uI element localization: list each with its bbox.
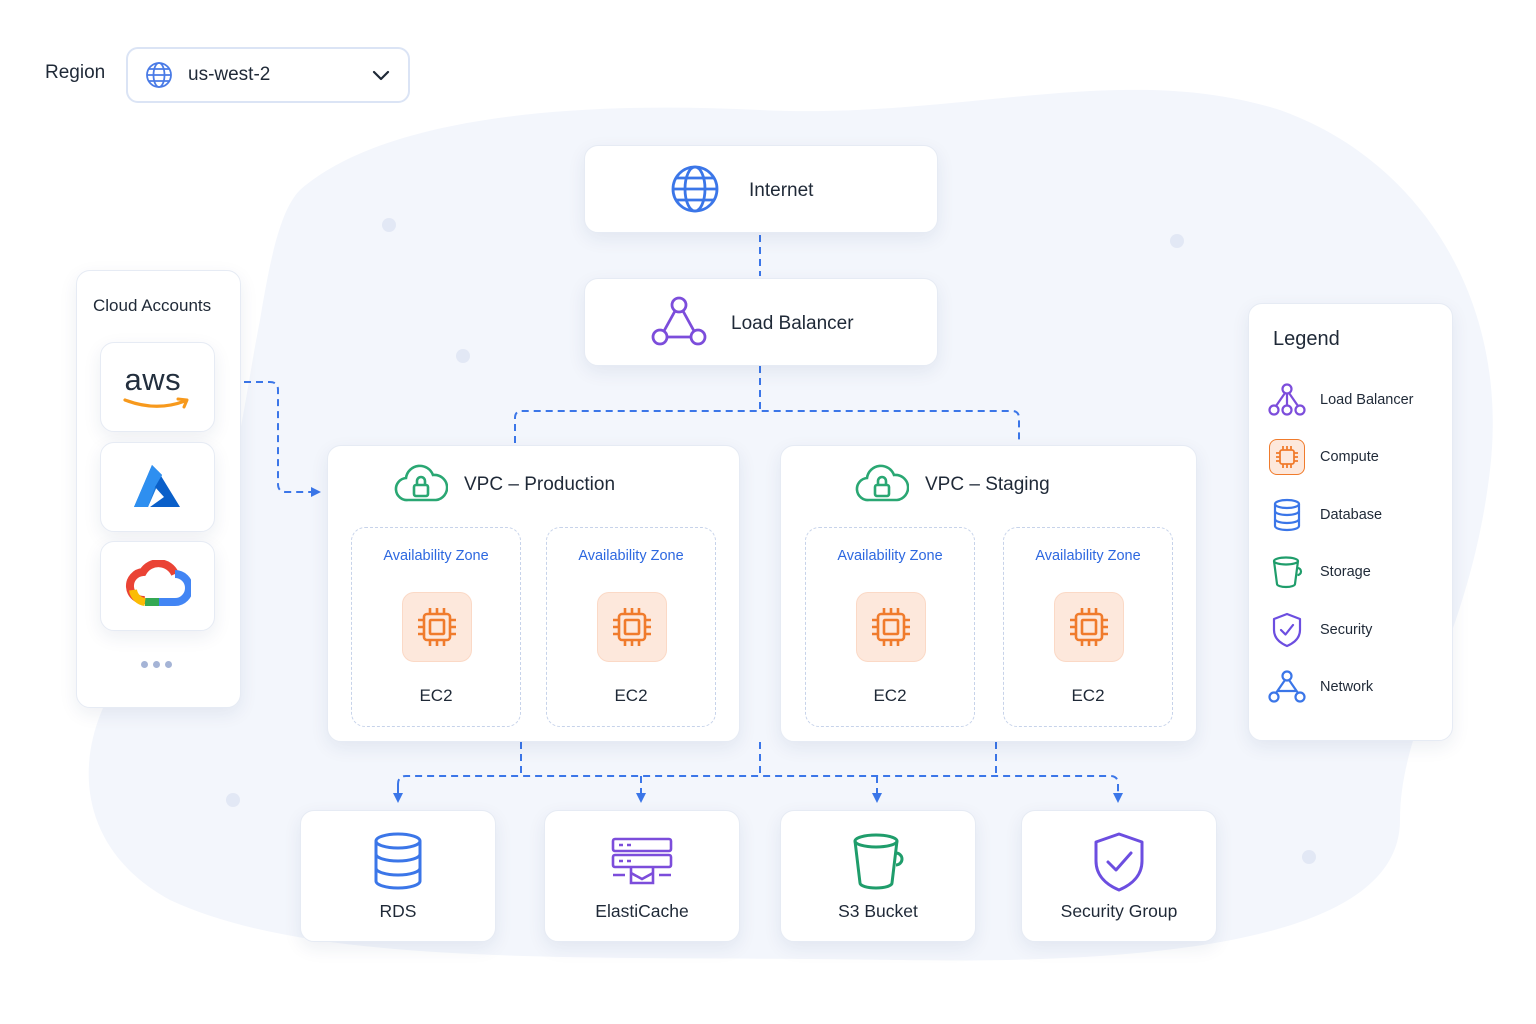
service-label: Security Group <box>1060 901 1178 921</box>
service-label: RDS <box>379 901 417 921</box>
decorative-dot <box>1170 234 1184 248</box>
shield-icon <box>1272 612 1302 648</box>
connector-services-bus <box>397 775 1119 798</box>
bucket-icon <box>1272 556 1303 589</box>
availability-zone: Availability Zone EC2 <box>351 527 521 727</box>
legend-item-database: Database <box>1268 496 1382 534</box>
ec2-instance[interactable] <box>402 592 472 662</box>
connector-vpc-bus <box>514 410 1020 443</box>
ec2-label: EC2 <box>1071 686 1105 705</box>
globe-icon <box>146 62 172 88</box>
ec2-instance[interactable] <box>597 592 667 662</box>
cache-icon <box>611 837 673 885</box>
legend-item-security: Security <box>1268 611 1372 649</box>
vpc-staging: VPC – Staging Availability Zone EC2 Avai… <box>780 445 1197 742</box>
chip-icon <box>1276 446 1298 468</box>
legend-item-compute: Compute <box>1268 438 1379 476</box>
decorative-dot <box>456 349 470 363</box>
network-icon <box>1268 670 1306 703</box>
chip-icon <box>1070 608 1108 646</box>
legend-label: Compute <box>1320 449 1379 465</box>
legend-item-load-balancer: Load Balancer <box>1268 381 1414 419</box>
account-azure[interactable] <box>100 442 215 532</box>
database-icon <box>1273 498 1301 532</box>
aws-logo: aws <box>122 362 193 412</box>
service-s3-bucket[interactable]: S3 Bucket <box>780 810 976 942</box>
availability-zone: Availability Zone EC2 <box>546 527 716 727</box>
load-balancer-label: Load Balancer <box>731 313 854 334</box>
more-accounts-indicator[interactable] <box>141 661 172 668</box>
ec2-instance[interactable] <box>1054 592 1124 662</box>
ec2-label: EC2 <box>614 686 648 705</box>
load-balancer-icon <box>651 296 707 346</box>
legend-label: Database <box>1320 507 1383 523</box>
legend-label: Network <box>1320 679 1374 695</box>
google-cloud-logo <box>125 560 191 606</box>
legend-label: Security <box>1320 622 1373 638</box>
decorative-dot <box>226 793 240 807</box>
service-rds[interactable]: RDS <box>300 810 496 942</box>
cloud-accounts-title: Cloud Accounts <box>93 296 212 315</box>
service-security-group[interactable]: Security Group <box>1021 810 1217 942</box>
internet-node[interactable]: Internet <box>584 145 938 233</box>
load-balancer-node[interactable]: Load Balancer <box>584 278 938 366</box>
globe-icon <box>671 165 719 213</box>
ec2-instance[interactable] <box>856 592 926 662</box>
vpc-production-title: VPC – Production <box>464 474 616 495</box>
service-elasticache[interactable]: ElastiCache <box>544 810 740 942</box>
chip-icon <box>613 608 651 646</box>
account-aws[interactable]: aws <box>100 342 215 432</box>
vpc-cloud-lock-icon <box>394 464 448 502</box>
availability-zone-label: Availability Zone <box>837 548 943 564</box>
region-value: us-west-2 <box>188 64 271 85</box>
ec2-label: EC2 <box>419 686 453 705</box>
vpc-cloud-lock-icon <box>855 464 909 502</box>
internet-label: Internet <box>749 180 814 201</box>
vpc-production: VPC – Production Availability Zone EC2 A… <box>327 445 740 742</box>
availability-zone: Availability Zone EC2 <box>1003 527 1173 727</box>
service-label: S3 Bucket <box>838 901 918 921</box>
chip-icon <box>872 608 910 646</box>
shield-icon <box>1094 832 1144 892</box>
vpc-staging-title: VPC – Staging <box>925 474 1050 495</box>
availability-zone-label: Availability Zone <box>383 548 489 564</box>
legend-item-storage: Storage <box>1268 553 1371 591</box>
region-select[interactable]: us-west-2 <box>126 47 410 103</box>
service-label: ElastiCache <box>595 901 689 921</box>
chip-icon <box>418 608 456 646</box>
ec2-label: EC2 <box>873 686 907 705</box>
legend-label: Load Balancer <box>1320 392 1414 408</box>
chevron-down-icon <box>372 70 390 81</box>
load-balancer-icon <box>1268 383 1306 416</box>
availability-zone-label: Availability Zone <box>578 548 684 564</box>
decorative-dot <box>1302 850 1316 864</box>
azure-logo <box>133 465 180 507</box>
legend-title: Legend <box>1273 328 1340 350</box>
database-icon <box>374 832 422 890</box>
availability-zone: Availability Zone EC2 <box>805 527 975 727</box>
connector-accounts-vpc <box>244 381 321 497</box>
availability-zone-label: Availability Zone <box>1035 548 1141 564</box>
bucket-icon <box>853 833 904 890</box>
legend-label: Storage <box>1320 564 1371 580</box>
region-label: Region <box>45 62 106 83</box>
account-google-cloud[interactable] <box>100 541 215 631</box>
decorative-dot <box>382 218 396 232</box>
legend-item-network: Network <box>1268 668 1373 706</box>
